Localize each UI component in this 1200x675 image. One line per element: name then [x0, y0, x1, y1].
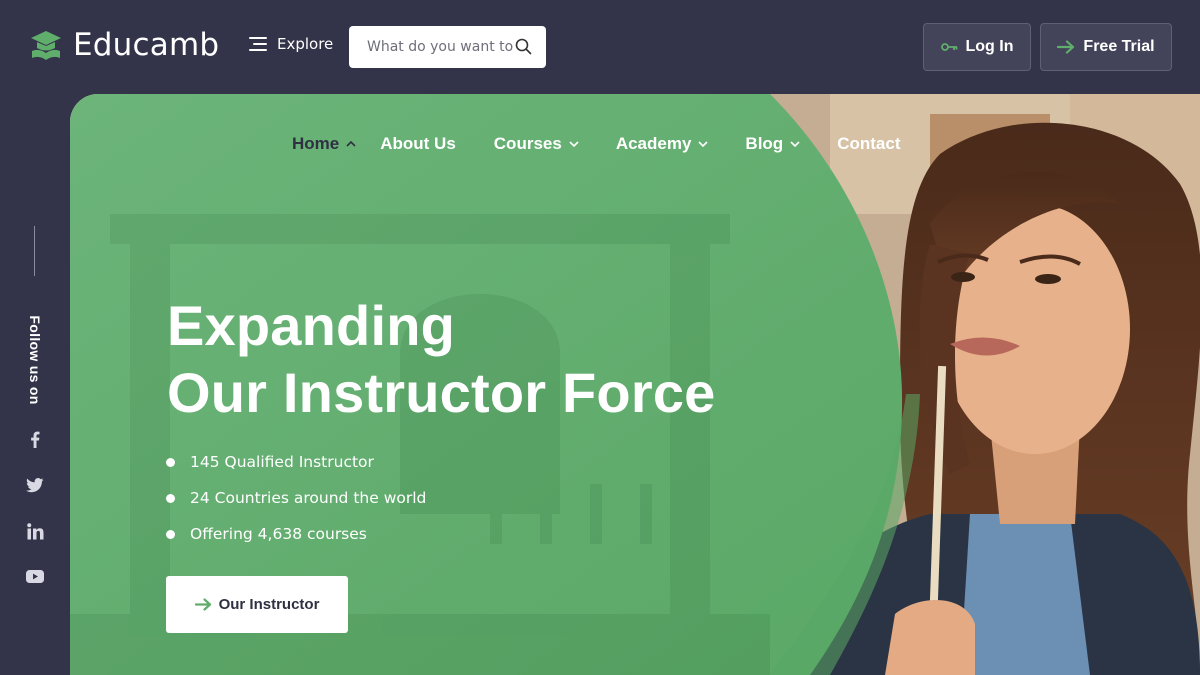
search-box: [349, 26, 546, 68]
bullet-dot-icon: [166, 457, 175, 467]
youtube-link[interactable]: [25, 566, 45, 586]
chevron-down-icon: [569, 141, 579, 147]
our-instructor-label: Our Instructor: [218, 596, 320, 613]
follow-us-label: Follow us on: [27, 315, 43, 405]
free-trial-label: Free Trial: [1083, 38, 1155, 55]
feature-text: 145 Qualified Instructor: [190, 453, 374, 471]
graduation-book-icon: [31, 31, 61, 60]
nav-item-label: Contact: [837, 134, 901, 153]
our-instructor-button[interactable]: Our Instructor: [166, 576, 348, 633]
logo[interactable]: Educamb: [28, 27, 219, 63]
arrow-right-icon: [1057, 40, 1075, 54]
list-item: 24 Countries around the world: [165, 480, 426, 516]
twitter-link[interactable]: [25, 475, 45, 495]
nav-item-about-us[interactable]: About Us: [380, 134, 456, 154]
nav-item-label: Blog: [745, 134, 784, 153]
bullet-dot-icon: [166, 493, 175, 503]
list-item: Offering 4,638 courses: [165, 516, 426, 552]
twitter-icon: [26, 477, 44, 492]
key-icon: [940, 43, 957, 51]
youtube-icon: [26, 569, 44, 583]
login-button[interactable]: Log In: [923, 23, 1031, 71]
chevron-up-icon: [346, 141, 356, 147]
login-label: Log In: [965, 38, 1014, 55]
brand-name: Educamb: [73, 27, 220, 63]
hero-title-line-1: Expanding: [167, 294, 456, 357]
menu-lines-icon: [249, 37, 267, 51]
hero-feature-list: 145 Qualified Instructor 24 Countries ar…: [165, 444, 426, 552]
explore-label: Explore: [277, 35, 334, 53]
top-bar: Educamb Explore Log In Free Trial: [0, 0, 1200, 94]
nav-item-home[interactable]: Home: [292, 134, 356, 154]
facebook-icon: [31, 431, 40, 448]
main-nav: Home About Us Courses Academy Blog Conta…: [292, 134, 900, 154]
nav-item-label: About Us: [380, 134, 456, 153]
linkedin-link[interactable]: [25, 521, 45, 541]
sidebar-divider: [34, 226, 35, 276]
explore-menu-button[interactable]: Explore: [249, 35, 333, 53]
hero-title-line-2: Our Instructor Force: [167, 361, 716, 424]
nav-item-label: Home: [292, 134, 340, 153]
facebook-link[interactable]: [25, 429, 45, 449]
chevron-down-icon: [698, 141, 708, 147]
nav-item-courses[interactable]: Courses: [494, 134, 579, 154]
linkedin-icon: [26, 522, 43, 539]
hero-banner: Home About Us Courses Academy Blog Conta…: [70, 94, 1200, 675]
free-trial-button[interactable]: Free Trial: [1040, 23, 1172, 71]
search-input[interactable]: [367, 39, 517, 55]
nav-item-label: Courses: [493, 134, 562, 153]
hero-title: Expanding Our Instructor Force: [167, 292, 716, 426]
nav-item-academy[interactable]: Academy: [616, 134, 709, 154]
arrow-right-icon: [194, 598, 211, 611]
list-item: 145 Qualified Instructor: [165, 444, 426, 480]
feature-text: Offering 4,638 courses: [190, 525, 367, 543]
search-icon[interactable]: [515, 38, 532, 55]
feature-text: 24 Countries around the world: [190, 489, 427, 507]
bullet-dot-icon: [166, 529, 175, 539]
nav-item-blog[interactable]: Blog: [745, 134, 800, 154]
chevron-down-icon: [790, 141, 800, 147]
nav-item-contact[interactable]: Contact: [837, 134, 900, 154]
nav-item-label: Academy: [615, 134, 692, 153]
